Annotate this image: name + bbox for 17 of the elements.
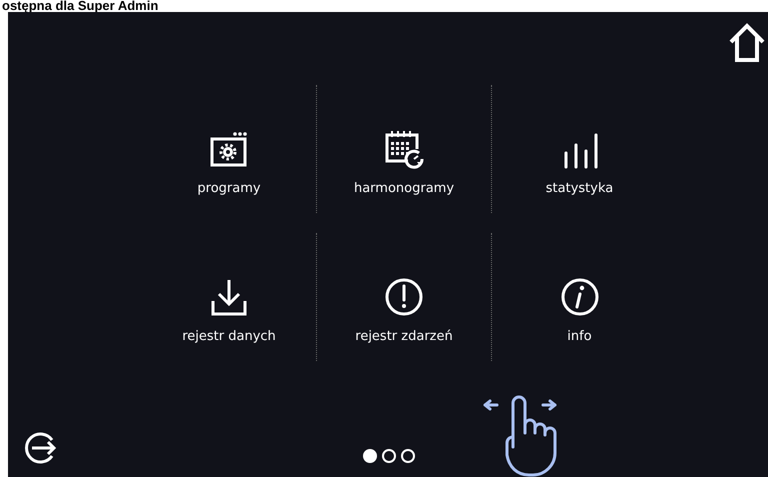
menu-tile[interactable]: rejestr zdarzeń: [317, 233, 492, 361]
download-icon: [209, 277, 249, 317]
page-dot[interactable]: [401, 449, 415, 463]
info-icon: [560, 277, 600, 317]
menu-tile[interactable]: harmonogramy: [317, 85, 492, 213]
menu-tile[interactable]: info: [492, 233, 667, 361]
page-dot[interactable]: [382, 449, 396, 463]
home-icon[interactable]: [728, 22, 766, 64]
menu-tile[interactable]: programy: [142, 85, 317, 213]
exclamation-circle-icon: [384, 277, 424, 317]
page-dot[interactable]: [363, 449, 377, 463]
logout-icon[interactable]: [24, 431, 58, 465]
menu-tile[interactable]: statystyka: [492, 85, 667, 213]
gear-window-icon: [209, 129, 249, 169]
page-caption: ostępna dla Super Admin: [1, 0, 158, 12]
menu-tile[interactable]: rejestr danych: [142, 233, 317, 361]
calendar-clock-icon: [384, 129, 424, 169]
